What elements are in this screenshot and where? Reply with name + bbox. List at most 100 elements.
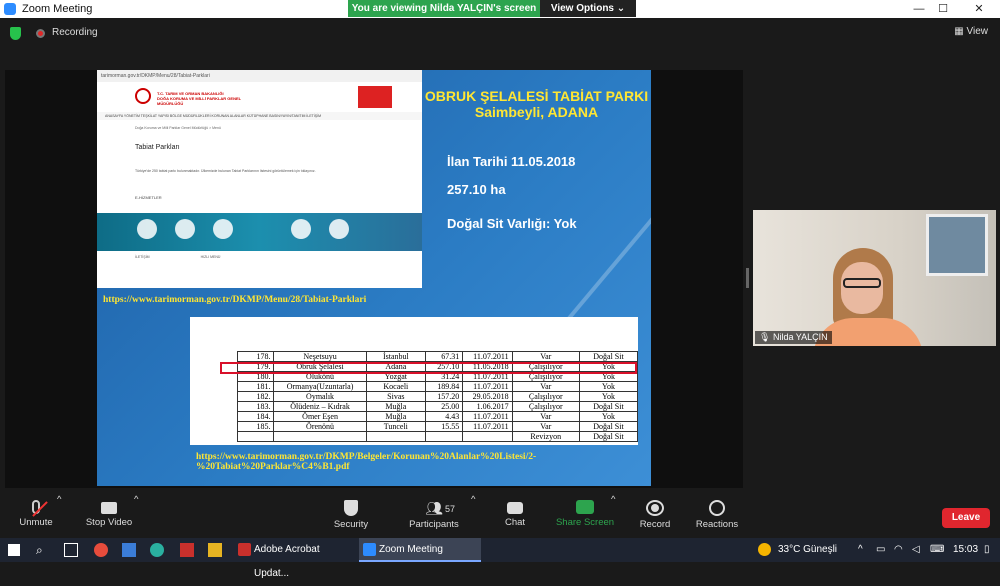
taskbar-acrobat[interactable]: Adobe Acrobat Updat... [234,538,356,579]
table-cell: Revizyon [511,431,580,442]
unmute-button[interactable]: Unmute [12,494,60,538]
turkish-flag-image [358,86,392,108]
view-options-button[interactable]: View Options ⌄ [540,0,636,17]
table-cell: Var [511,381,580,392]
table-cell [462,431,513,442]
wifi-icon[interactable]: ◠ [894,538,903,562]
record-label: Record [639,519,671,530]
slide-title-line1: OBRUK ŞELALESİ TABİAT PARKI [424,88,649,104]
stop-video-button[interactable]: Stop Video [80,494,138,538]
natural-site-status: Doğal Sit Varlığı: Yok [447,216,577,231]
footer-menu-label: HIZLI MENÜ [200,255,221,259]
unmute-label: Unmute [19,517,53,528]
video-options-caret[interactable]: ^ [134,494,138,538]
volume-icon[interactable]: ◁ [912,538,920,562]
table-row: 184. Ömer Eşen Muğla 4.43 11.07.2011 Var Yok [236,411,638,422]
tray-overflow-icon[interactable]: ^ [858,538,863,562]
table-cell: Ömer Eşen [273,411,367,422]
language-icon[interactable]: ⌨ [930,538,944,562]
table-cell: Tunceli [365,421,427,432]
participant-video-tile[interactable]: 🎙︎ Nilda YALÇIN [753,210,996,346]
taskbar-zoom[interactable]: Zoom Meeting [359,538,481,562]
table-cell: Yok [578,381,638,392]
table-cell: Yok [578,391,638,402]
source-link-2: https://www.tarimorman.gov.tr/DKMP/Belge… [196,452,536,472]
viewing-screen-banner: You are viewing Nilda YALÇIN's screen [348,0,540,17]
file-explorer-icon[interactable] [208,543,222,557]
announcement-date: İlan Tarihi 11.05.2018 [447,154,576,169]
photos-icon[interactable] [122,543,136,557]
ministry-name-line2: DOĞA KORUMA VE MİLLİ PARKLAR GENEL MÜDÜR… [157,96,241,106]
website-nav: ANASAYFA YÖNETİM TEŞKİLAT YAPISI BÖLGE M… [97,112,422,120]
chrome-icon[interactable] [94,543,108,557]
table-cell: Doğal Sit [578,431,638,442]
windows-start-icon[interactable] [8,544,20,556]
security-shield-icon[interactable] [10,27,21,40]
table-cell: 29.05.2018 [462,391,513,402]
search-icon[interactable]: ⌕ [36,543,50,557]
service-logo-icon [213,219,233,239]
slide-title-line2: Saimbeyli, ADANA [474,104,599,120]
presentation-slide: tarimorman.gov.tr/DKMP/Menu/28/Tabiat-Pa… [97,70,651,486]
reactions-button[interactable]: Reactions [694,494,740,538]
weather-sun-icon [758,543,771,556]
service-logo-icon [137,219,157,239]
table-cell: 11.07.2011 [462,381,513,392]
edge-icon[interactable] [150,543,164,557]
table-cell: 184. [236,411,275,422]
participant-name-text: Nilda YALÇIN [772,332,828,342]
clock[interactable]: 15:03 [953,538,978,562]
e-services-label: E-HİZMETLER [135,195,162,200]
network-icon[interactable]: ▭ [876,538,885,562]
service-logo-icon [329,219,349,239]
leave-button[interactable]: Leave [942,508,990,528]
view-button[interactable]: ▦ View [954,26,988,37]
park-area: 257.10 ha [447,182,506,197]
video-camera-icon [101,502,117,514]
maximize-button[interactable]: ☐ [927,0,959,18]
close-button[interactable]: ✕ [963,0,995,18]
wall-picture [926,214,988,276]
table-cell [273,431,367,442]
service-logo-icon [175,219,195,239]
browser-url: tarimorman.gov.tr/DKMP/Menu/28/Tabiat-Pa… [97,70,422,82]
table-cell: 11.07.2011 [462,411,513,422]
microphone-muted-icon [32,500,48,517]
table-cell: 181. [236,381,275,392]
table-cell: 4.43 [425,411,464,422]
panel-resize-handle[interactable] [746,268,749,288]
table-cell: 157.20 [425,391,464,402]
table-row: Revizyon Doğal Sit [236,431,638,442]
table-cell: Doğal Sit [578,351,638,362]
table-row: 183. Ölüdeniz – Kıdrak Muğla 25.00 1.06.2017… [236,401,638,412]
table-cell: Ormanya(Uzuntarla) [273,381,367,392]
weather-text[interactable]: 33°C Güneşli [778,538,837,562]
share-options-caret[interactable]: ^ [611,494,615,538]
record-button[interactable]: Record [636,494,674,538]
table-cell: Doğal Sit [578,401,638,412]
ministry-name: T.C. TARIM VE ORMAN BAKANLIĞI DOĞA KORUM… [157,91,257,106]
share-screen-button[interactable]: Share Screen [555,494,615,538]
table-cell: Var [511,411,580,422]
table-cell [236,431,275,442]
audio-options-caret[interactable]: ^ [57,494,61,538]
table-row: 178. Neşetsuyu İstanbul 67.31 11.07.2011 Var D… [236,351,638,362]
chat-button[interactable]: Chat [498,494,532,538]
participants-button[interactable]: 👥︎ Participants [404,494,464,538]
table-cell: Çalışılıyor [511,391,580,402]
table-row: 185. Örenönü Tunceli 15.55 11.07.2011 Var Doğa… [236,421,638,432]
meeting-info-bar: Recording ▦ View [0,18,1000,50]
participants-options-caret[interactable]: ^ [471,494,475,538]
table-cell: 182. [236,391,275,402]
website-screenshot: tarimorman.gov.tr/DKMP/Menu/28/Tabiat-Pa… [97,70,422,288]
table-cell: Çalışılıyor [511,401,580,412]
table-cell: Ölüdeniz – Kıdrak [273,401,367,412]
zoom-app-icon [363,543,376,556]
recording-label: Recording [52,27,98,38]
security-button[interactable]: Security [328,494,374,538]
park-list-table-screenshot: 178. Neşetsuyu İstanbul 67.31 11.07.2011 Var D… [190,317,638,445]
record-icon [646,500,664,516]
notification-icon[interactable]: ▯ [984,538,990,562]
task-view-icon[interactable] [64,543,78,557]
acrobat-icon[interactable] [180,543,194,557]
